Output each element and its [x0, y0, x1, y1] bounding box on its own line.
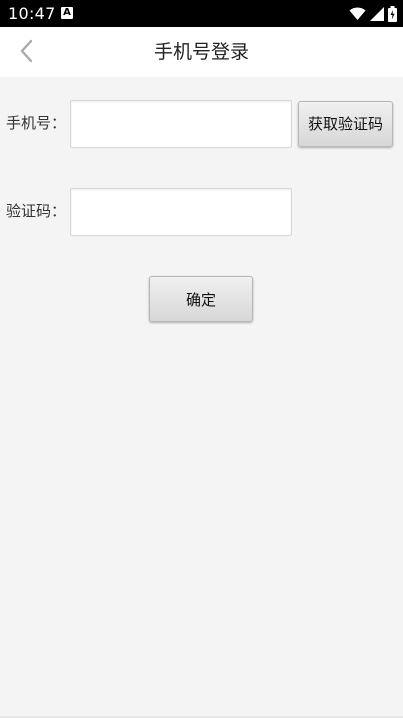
confirm-button[interactable]: 确定	[149, 276, 253, 322]
app-bar: 手机号登录	[0, 27, 403, 77]
wifi-icon	[349, 7, 366, 21]
phone-label: 手机号：	[6, 114, 67, 132]
cellular-signal-icon	[370, 6, 384, 21]
get-code-button[interactable]: 获取验证码	[298, 101, 393, 147]
a-icon: A	[61, 7, 73, 19]
verification-code-input[interactable]	[70, 188, 292, 236]
phone-input[interactable]	[70, 100, 292, 148]
status-icons	[349, 5, 397, 22]
battery-icon	[388, 5, 397, 22]
status-time: 10:47	[8, 4, 56, 23]
code-label: 验证码：	[6, 202, 67, 220]
page-title: 手机号登录	[153, 41, 249, 63]
status-bar: 10:47 A	[0, 0, 403, 27]
